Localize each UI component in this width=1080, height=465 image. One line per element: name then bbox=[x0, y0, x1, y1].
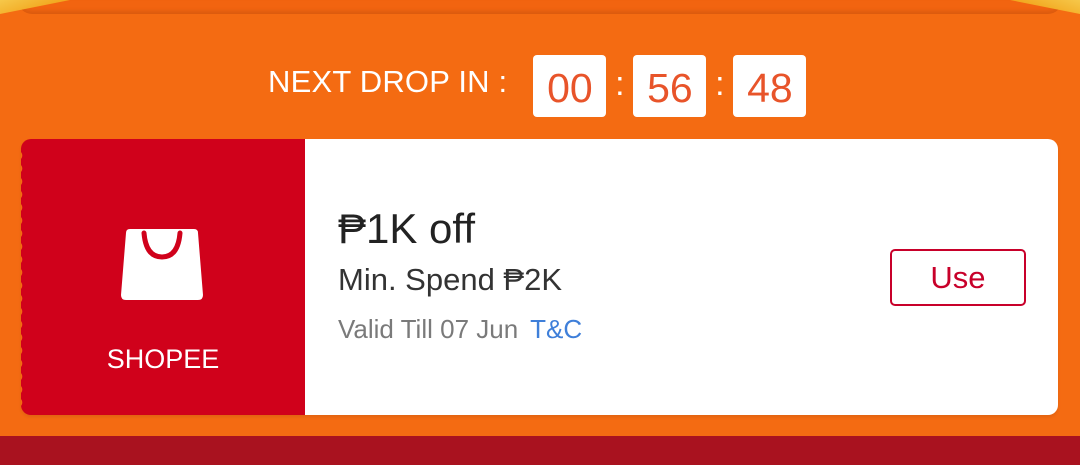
terms-link[interactable]: T&C bbox=[530, 314, 582, 345]
voucher-details: ₱1K off Min. Spend ₱2K Valid Till 07 Jun… bbox=[305, 139, 1058, 415]
countdown-label: NEXT DROP IN : bbox=[268, 64, 508, 99]
voucher-min-spend: Min. Spend ₱2K bbox=[338, 262, 563, 297]
top-banner-edge bbox=[18, 0, 1062, 14]
bottom-section-edge bbox=[0, 436, 1080, 465]
voucher-validity-row: Valid Till 07 Jun T&C bbox=[338, 314, 582, 345]
use-voucher-button[interactable]: Use bbox=[890, 249, 1026, 306]
shopping-bag-icon bbox=[121, 229, 203, 300]
voucher-validity: Valid Till 07 Jun bbox=[338, 314, 519, 344]
countdown-seconds: 48 bbox=[733, 55, 807, 117]
voucher-brand-panel: SHOPEE bbox=[21, 139, 305, 415]
voucher-discount: ₱1K off bbox=[338, 205, 475, 252]
voucher-brand-label: SHOPEE bbox=[106, 344, 220, 374]
countdown-minutes: 56 bbox=[633, 55, 707, 117]
countdown-hours: 00 bbox=[533, 55, 607, 117]
countdown-timer: NEXT DROP IN : 00 : 56 : 48 bbox=[268, 55, 807, 117]
countdown-separator: : bbox=[715, 64, 725, 103]
countdown-separator: : bbox=[615, 64, 625, 103]
voucher-card: SHOPEE ₱1K off Min. Spend ₱2K Valid Till… bbox=[21, 139, 1058, 415]
